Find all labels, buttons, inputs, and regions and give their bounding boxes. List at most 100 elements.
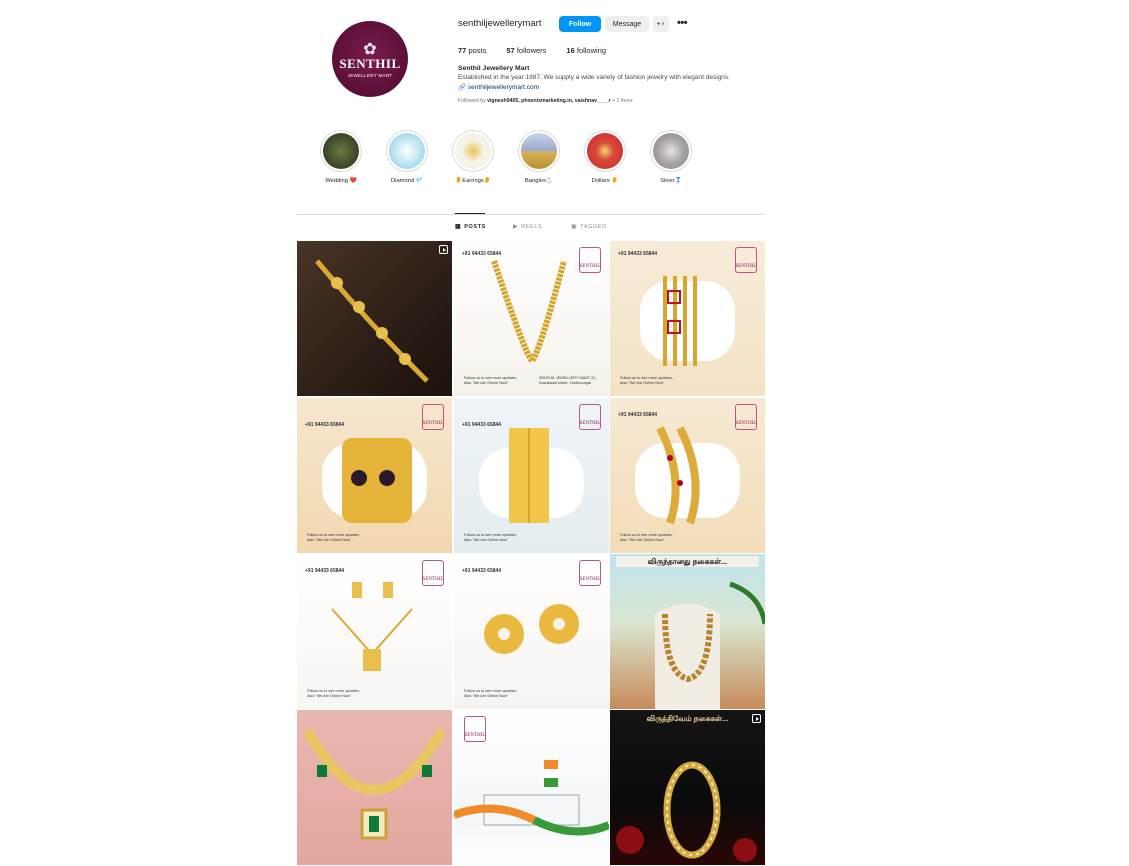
phone-text: +91 94433 65844 [618, 412, 658, 418]
highlight-ring [320, 130, 362, 172]
phone-text: +91 94433 65844 [305, 568, 345, 574]
followed-by[interactable]: Followed by vignesh9405, phoenixmarketin… [458, 98, 633, 104]
profile-tabs: ▦ POSTS ▶ REELS ▣ TAGGED [297, 223, 765, 235]
tab-label: TAGGED [580, 223, 607, 230]
brand-logo: SENTHIL [579, 404, 601, 430]
message-button[interactable]: Message [605, 16, 649, 32]
tab-label: POSTS [464, 223, 486, 230]
brand-logo: SENTHIL [735, 404, 757, 430]
highlight-image [521, 133, 557, 169]
highlight-earrings[interactable]: 👂Earrings👂 [443, 130, 503, 184]
more-options-icon[interactable]: ••• [677, 16, 691, 32]
phone-text: +91 94433 65844 [618, 251, 658, 257]
tamil-header: விருத்திவேம் நகைகள்... [646, 714, 729, 723]
posts-count: 77 [458, 46, 467, 55]
post-tile[interactable]: +91 94433 65844 SENTHIL Follow us to see… [454, 398, 609, 553]
highlight-label: Dollars 👂 [591, 178, 619, 184]
phone-text: +91 94433 65844 [305, 422, 345, 428]
following-label: following [576, 46, 607, 55]
avatar-brand-text: SENTHIL [339, 55, 401, 71]
profile-username: senthiljewellerymart [458, 18, 542, 29]
followed-by-more: + 1 more [610, 98, 633, 104]
post-tile[interactable]: SENTHIL [454, 710, 609, 865]
profile-link-text: senthiljewellerymart.com [467, 84, 540, 91]
profile-link[interactable]: 🔗 senthiljewellerymart.com [458, 83, 539, 91]
reel-icon [439, 245, 448, 254]
avatar-flower-logo: ✿ [363, 38, 377, 58]
posts-stat: 77 posts [458, 46, 486, 55]
post-tile[interactable] [297, 241, 452, 396]
highlight-label: Silver🥈 [660, 178, 682, 184]
highlight-image [653, 133, 689, 169]
online-text: Follow us to see more updates, Also "We … [620, 376, 673, 385]
highlight-image [323, 133, 359, 169]
post-tile[interactable]: +91 94433 65844 SENTHIL Follow us to see… [454, 241, 609, 396]
highlight-image [455, 133, 491, 169]
active-tab-indicator [455, 213, 485, 214]
story-highlights: Wedding ❤️ Diamond 💎 👂Earrings👂 Bangles💍… [297, 130, 765, 190]
tab-tagged[interactable]: ▣ TAGGED [571, 223, 607, 231]
avatar-sub-text: JEWELLERY MART [347, 72, 393, 78]
post-tile[interactable]: விருந்தானது நகைகள்... [610, 554, 765, 709]
post-tile[interactable]: +91 94433 65844 SENTHIL Follow us to see… [297, 398, 452, 553]
online-text: Follow us to see more updates, Also "We … [464, 533, 517, 542]
tamil-header: விருந்தானது நகைகள்... [616, 556, 759, 567]
followers-stat[interactable]: 57 followers [506, 46, 546, 55]
highlight-label: 👂Earrings👂 [454, 178, 492, 184]
highlight-label: Bangles💍 [524, 178, 554, 184]
post-tile[interactable] [297, 710, 452, 865]
phone-text: +91 94433 65844 [462, 251, 502, 257]
highlight-ring [518, 130, 560, 172]
tab-reels[interactable]: ▶ REELS [513, 223, 543, 231]
followers-count: 57 [506, 46, 515, 55]
tab-label: REELS [521, 223, 543, 230]
post-image [616, 761, 757, 862]
followed-by-prefix: Followed by [458, 98, 488, 104]
post-tile[interactable]: +91 94433 65844 SENTHIL Follow us to see… [610, 241, 765, 396]
profile-bio: Established in the year 1987. We supply … [458, 74, 730, 81]
highlight-ring [452, 130, 494, 172]
brand-logo: SENTHIL [422, 404, 444, 430]
highlight-ring [584, 130, 626, 172]
profile-avatar[interactable]: ✿ SENTHIL JEWELLERY MART [332, 21, 408, 97]
brand-logo: SENTHIL [579, 560, 601, 586]
online-text: Follow us to see more updates, Also "We … [464, 376, 517, 385]
post-image [302, 727, 447, 840]
highlight-bangles[interactable]: Bangles💍 [509, 130, 569, 184]
online-text: Follow us to see more updates, Also "We … [307, 533, 360, 542]
brand-logo: SENTHIL [464, 716, 486, 742]
address-text: SENTHIL JEWELLERY MART 21, Kasukadai str… [539, 376, 597, 385]
online-text: Follow us to see more updates, Also "We … [464, 689, 517, 698]
highlight-wedding[interactable]: Wedding ❤️ [311, 130, 371, 184]
highlight-ring [386, 130, 428, 172]
reel-icon [752, 714, 761, 723]
highlight-silver[interactable]: Silver🥈 [641, 130, 701, 184]
add-user-icon: +♀ [656, 20, 666, 28]
add-user-button[interactable]: +♀ [653, 16, 669, 32]
highlight-label: Diamond 💎 [390, 178, 424, 184]
link-icon: 🔗 [458, 84, 468, 91]
highlight-label: Wedding ❤️ [325, 178, 357, 184]
post-tile[interactable]: விருத்திவேம் நகைகள்... [610, 710, 765, 865]
brand-logo: SENTHIL [579, 247, 601, 273]
post-tile[interactable]: +91 94433 65844 SENTHIL Follow us to see… [297, 554, 452, 709]
profile-full-name: Senthil Jewellery Mart [458, 65, 530, 72]
posts-label: posts [468, 46, 487, 55]
reels-icon: ▶ [513, 224, 519, 230]
post-tile[interactable]: +91 94433 65844 SENTHIL Follow us to see… [454, 554, 609, 709]
tab-posts[interactable]: ▦ POSTS [455, 223, 486, 231]
highlight-dollars[interactable]: Dollars 👂 [575, 130, 635, 184]
followed-by-names: vignesh9405, phoenixmarketing.in, vaishn… [487, 98, 611, 104]
tagged-icon: ▣ [571, 224, 578, 230]
brand-logo: SENTHIL [422, 560, 444, 586]
grid-icon: ▦ [455, 224, 462, 230]
post-image [315, 259, 429, 383]
follow-button[interactable]: Follow [559, 16, 601, 32]
highlight-image [389, 133, 425, 169]
phone-text: +91 94433 65844 [462, 422, 502, 428]
following-stat[interactable]: 16 following [566, 46, 606, 55]
tabs-divider [297, 214, 765, 215]
post-tile[interactable]: +91 94433 65844 SENTHIL Follow us to see… [610, 398, 765, 553]
highlight-diamond[interactable]: Diamond 💎 [377, 130, 437, 184]
online-text: Follow us to see more updates, Also "We … [307, 689, 360, 698]
